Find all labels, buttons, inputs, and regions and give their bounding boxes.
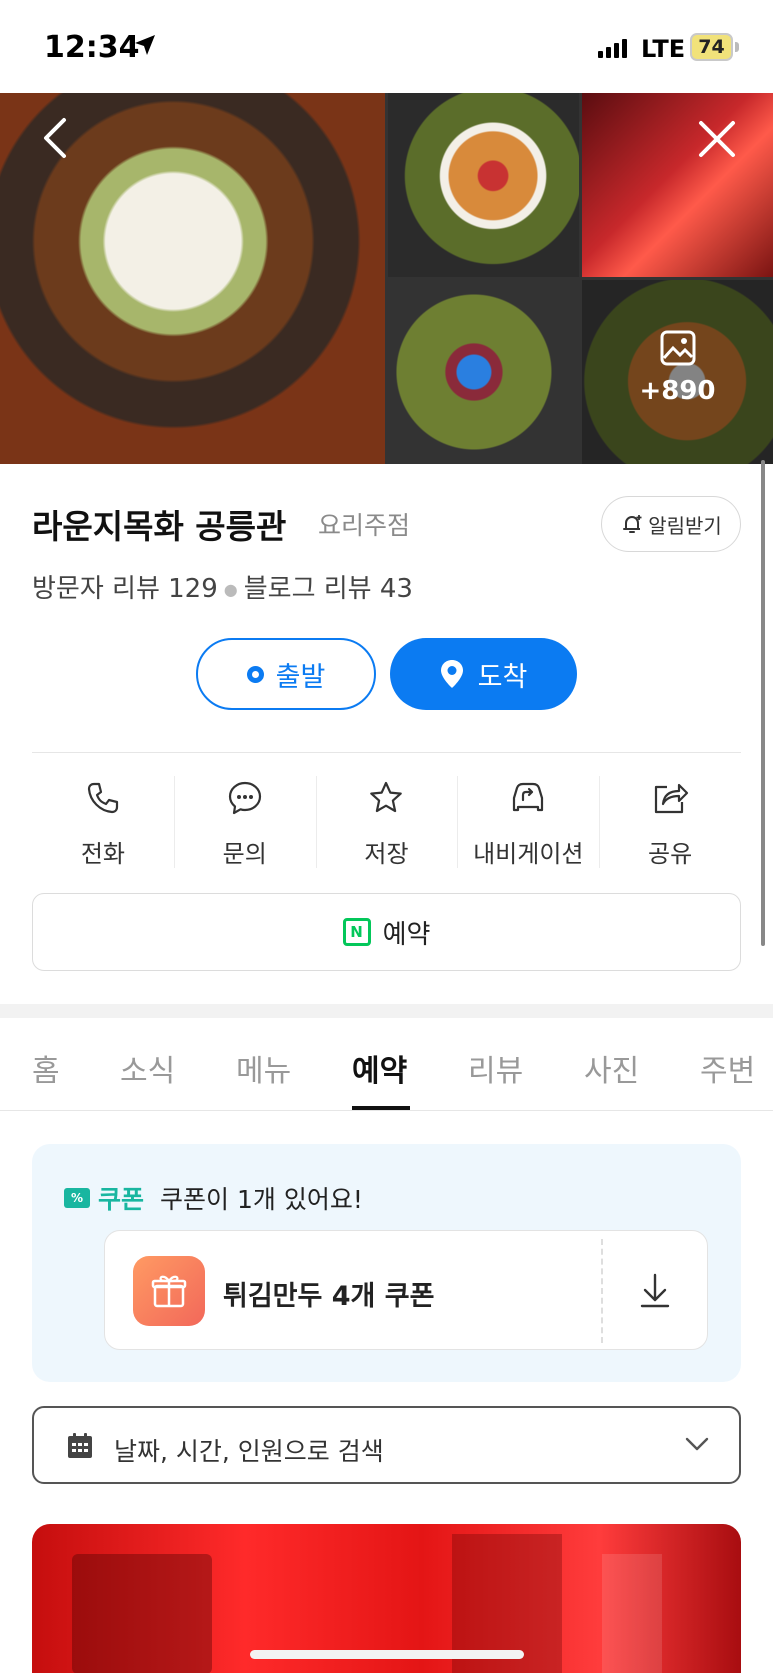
photo-thumb[interactable]: [388, 280, 579, 464]
tab-home[interactable]: 홈: [32, 1046, 60, 1090]
photo-more-label: +890: [582, 330, 773, 406]
arrive-label: 도착: [477, 661, 528, 693]
clock: 12:34: [44, 30, 140, 65]
inquiry-button[interactable]: 문의: [173, 776, 316, 868]
calendar-icon: [66, 1432, 94, 1464]
tab-menu[interactable]: 메뉴: [236, 1046, 291, 1090]
coupon-message: 쿠폰이 1개 있어요!: [160, 1185, 363, 1214]
arrive-button[interactable]: 도착: [390, 638, 577, 710]
star-icon: [370, 781, 403, 813]
gift-icon: [133, 1256, 205, 1326]
location-arrow-icon: [134, 34, 156, 60]
booking-search-dropdown[interactable]: 날짜, 시간, 인원으로 검색: [32, 1406, 741, 1484]
action-label: 문의: [222, 840, 267, 868]
coupon-divider: [601, 1239, 603, 1343]
coupon-badge: 쿠폰: [98, 1185, 145, 1214]
cellular-signal-icon: [598, 38, 630, 62]
action-label: 전화: [80, 840, 125, 868]
active-tab-indicator: [352, 1106, 410, 1110]
place-category: 요리주점: [318, 511, 411, 540]
banner-detail: [72, 1554, 212, 1673]
bell-plus-icon: [623, 515, 642, 533]
alarm-button[interactable]: 알림받기: [601, 496, 741, 552]
download-icon: [640, 1273, 670, 1308]
chat-icon: [228, 781, 261, 815]
section-gap: [0, 1004, 773, 1018]
tab-photos[interactable]: 사진: [584, 1046, 639, 1090]
chevron-left-icon: [44, 118, 66, 158]
close-icon: [699, 121, 735, 157]
call-button[interactable]: 전화: [32, 776, 174, 868]
photo-more[interactable]: +890: [582, 280, 773, 464]
scrollbar[interactable]: [761, 460, 765, 946]
coupon-name: 튀김만두 4개 쿠폰: [223, 1281, 435, 1312]
network-type: LTE: [641, 35, 686, 63]
status-bar: 12:34 LTE 74: [0, 0, 773, 93]
alarm-label: 알림받기: [648, 513, 722, 538]
tab-reservation[interactable]: 예약: [352, 1046, 407, 1090]
car-nav-icon: [513, 782, 544, 812]
phone-icon: [87, 782, 118, 814]
depart-label: 출발: [275, 661, 326, 693]
map-pin-icon: [440, 660, 463, 688]
tab-bar: 홈 소식 메뉴 예약 리뷰 사진 주변: [0, 1018, 773, 1111]
coupon-section: % 쿠폰 쿠폰이 1개 있어요! 튀김만두 4개 쿠폰: [32, 1144, 741, 1382]
photo-thumb[interactable]: [582, 93, 773, 277]
chevron-down-icon: [684, 1436, 710, 1456]
battery-icon: 74: [690, 33, 733, 61]
share-icon: [654, 783, 689, 814]
tab-reviews[interactable]: 리뷰: [468, 1046, 523, 1090]
home-indicator[interactable]: [250, 1650, 524, 1659]
action-label: 내비게이션: [473, 840, 584, 868]
reserve-label: 예약: [382, 919, 431, 950]
tab-news[interactable]: 소식: [120, 1046, 175, 1090]
battery-tip: [735, 42, 739, 52]
depart-button[interactable]: 출발: [196, 638, 376, 710]
navigation-button[interactable]: 내비게이션: [457, 776, 599, 868]
banner-detail: [602, 1554, 662, 1673]
share-button[interactable]: 공유: [599, 776, 741, 868]
tab-nearby[interactable]: 주변: [700, 1046, 755, 1090]
image-icon: [660, 330, 695, 366]
close-button[interactable]: [696, 118, 738, 160]
save-button[interactable]: 저장: [315, 776, 458, 868]
blog-review-link[interactable]: 블로그 리뷰 43: [244, 574, 413, 604]
action-bar: 전화 문의 저장 내비게이션 공유: [32, 776, 741, 868]
action-label: 공유: [648, 840, 693, 868]
coupon-header: % 쿠폰 쿠폰이 1개 있어요!: [64, 1180, 363, 1216]
review-summary: 방문자 리뷰 129 ● 블로그 리뷰 43: [32, 568, 413, 605]
percent-icon: %: [64, 1188, 90, 1208]
booking-search-label: 날짜, 시간, 인원으로 검색: [114, 1437, 384, 1466]
coupon-card[interactable]: 튀김만두 4개 쿠폰: [104, 1230, 708, 1350]
battery-level: 74: [698, 36, 725, 58]
place-name: 라운지목화 공릉관: [32, 507, 287, 546]
separator-dot: ●: [223, 580, 238, 599]
visitor-review-link[interactable]: 방문자 리뷰 129: [32, 574, 218, 604]
photo-count: +890: [639, 376, 716, 406]
origin-dot-icon: [246, 665, 264, 683]
naver-booking-icon: N: [342, 918, 371, 946]
back-button[interactable]: [36, 114, 76, 162]
photo-gallery: +890: [0, 93, 773, 464]
photo-thumb[interactable]: [388, 93, 579, 277]
coupon-download-button[interactable]: [635, 1269, 675, 1313]
action-label: 저장: [364, 840, 409, 868]
reserve-button[interactable]: N 예약: [32, 893, 741, 971]
divider: [32, 752, 741, 753]
